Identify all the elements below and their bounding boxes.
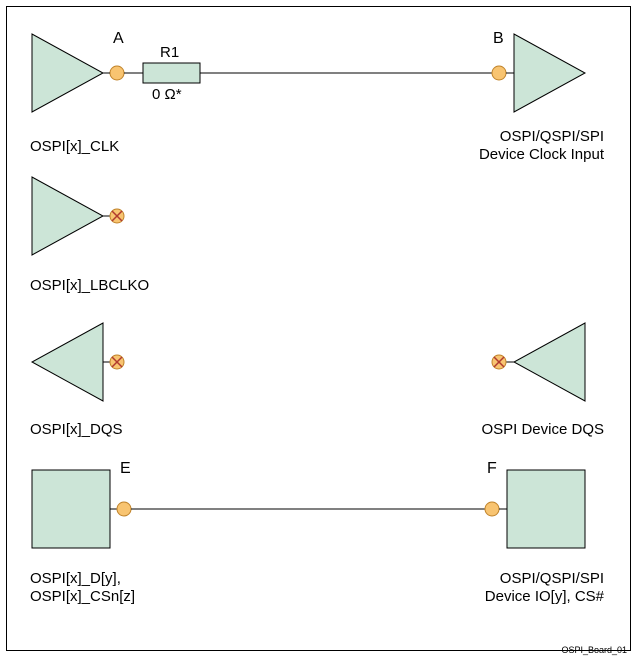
nc-lbclko xyxy=(110,209,124,223)
node-e xyxy=(117,502,131,516)
io-block-left xyxy=(32,470,110,548)
nc-dqs-right xyxy=(492,355,506,369)
label-clk-left: OSPI[x]_CLK xyxy=(30,138,119,157)
diagram-caption: OSPI_Board_01 xyxy=(561,645,627,655)
buffer-clk-right xyxy=(514,34,585,112)
point-b-label: B xyxy=(493,30,504,48)
label-lbclko: OSPI[x]_LBCLKO xyxy=(30,277,149,296)
io-block-right xyxy=(507,470,585,548)
label-clk-right-1: OSPI/QSPI/SPI xyxy=(500,128,604,147)
r1-name: R1 xyxy=(160,44,179,63)
resistor-r1 xyxy=(143,63,200,83)
label-dqs-right: OSPI Device DQS xyxy=(481,421,604,440)
label-io-left-1: OSPI[x]_D[y], xyxy=(30,570,121,589)
buffer-lbclko xyxy=(32,177,103,255)
point-f-label: F xyxy=(487,460,497,478)
node-f xyxy=(485,502,499,516)
nc-dqs-left xyxy=(110,355,124,369)
schematic-canvas xyxy=(0,0,637,657)
point-e-label: E xyxy=(120,460,131,478)
buffer-dqs-right xyxy=(514,323,585,401)
node-a xyxy=(110,66,124,80)
node-b xyxy=(492,66,506,80)
buffer-clk-left xyxy=(32,34,103,112)
r1-value: 0 Ω* xyxy=(152,86,182,105)
point-a-label: A xyxy=(113,30,124,48)
label-io-right-1: OSPI/QSPI/SPI xyxy=(500,570,604,589)
label-io-right-2: Device IO[y], CS# xyxy=(485,588,604,607)
label-dqs-left: OSPI[x]_DQS xyxy=(30,421,123,440)
label-clk-right-2: Device Clock Input xyxy=(479,146,604,165)
buffer-dqs-left xyxy=(32,323,103,401)
label-io-left-2: OSPI[x]_CSn[z] xyxy=(30,588,135,607)
